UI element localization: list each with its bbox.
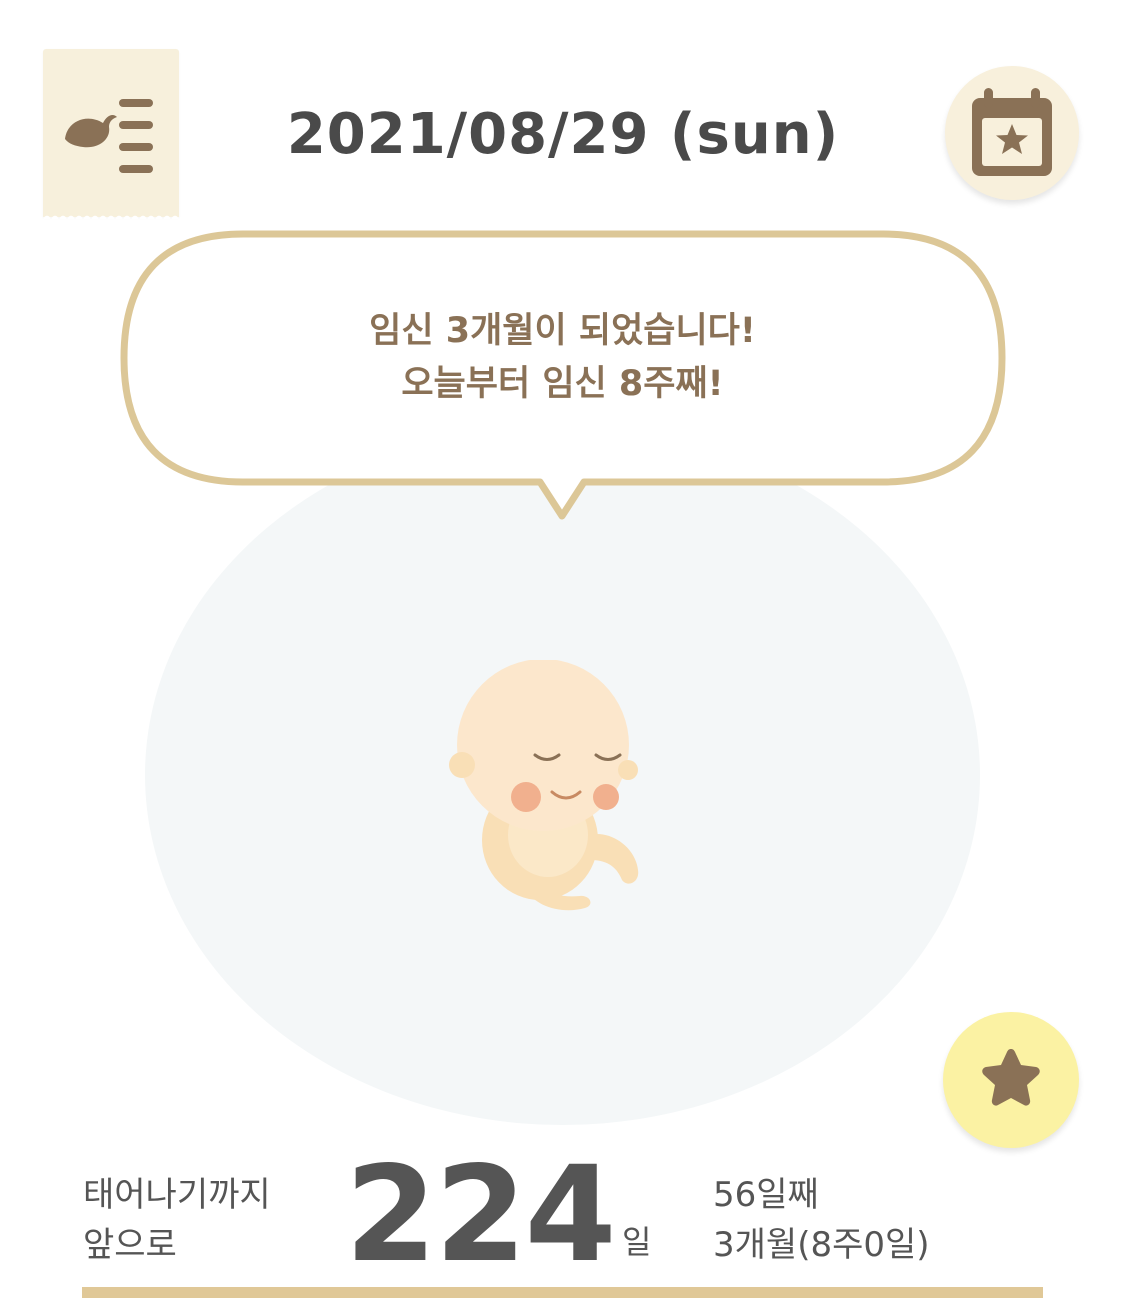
- month-week: 3개월(8주0일): [713, 1225, 930, 1265]
- countdown-unit: 일: [622, 1223, 652, 1261]
- countdown-days: 224: [345, 1138, 617, 1292]
- menu-tag-edge: [43, 209, 179, 219]
- baby-illustration: [449, 660, 639, 911]
- star-icon: [982, 1049, 1040, 1106]
- bubble-line-1: 임신 3개월이 되었습니다!: [369, 311, 756, 351]
- calendar-star-icon: [972, 88, 1052, 176]
- bottom-divider: [82, 1287, 1043, 1298]
- bubble-message: 임신 3개월이 되었습니다! 오늘부터 임신 8주째!: [150, 305, 975, 411]
- countdown-label-line-1: 태어나기까지: [83, 1175, 271, 1215]
- menu-button[interactable]: [43, 49, 179, 217]
- pregnancy-progress: 56일째 3개월(8주0일): [713, 1170, 930, 1270]
- countdown-label: 태어나기까지 앞으로: [83, 1170, 271, 1270]
- day-count: 56일째: [713, 1175, 819, 1215]
- countdown-label-line-2: 앞으로: [83, 1225, 177, 1265]
- bird-menu-icon: [65, 99, 153, 173]
- date-title: 2021/08/29 (sun): [286, 102, 840, 167]
- favorite-button[interactable]: [943, 1012, 1079, 1148]
- calendar-button[interactable]: [945, 66, 1079, 200]
- bubble-line-2: 오늘부터 임신 8주째!: [401, 364, 724, 404]
